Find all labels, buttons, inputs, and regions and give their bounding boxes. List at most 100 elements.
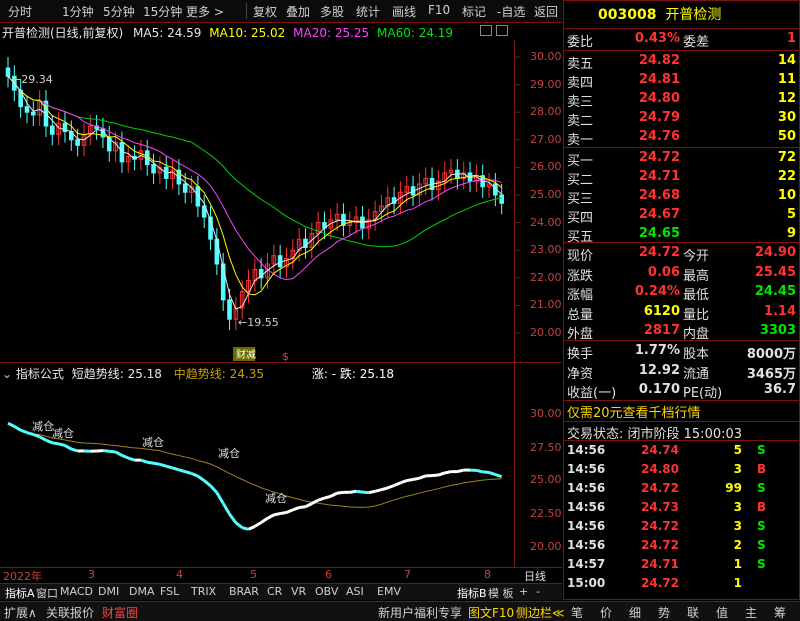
indicator-tab[interactable]: TRIX [188,585,219,599]
tick-row: 14:5624.7299S [565,480,800,498]
indicator-tab[interactable]: VR [288,585,309,599]
reduce-position-label: 减仓 [32,419,54,433]
buys-row[interactable]: 买一24.7272 [565,149,800,169]
stats-row: 涨跌0.06最高25.45 [565,264,800,284]
related-quote-button[interactable]: 关联报价 [46,604,94,621]
maximize-icon[interactable] [496,25,508,36]
indicator-tab[interactable]: MACD [57,585,96,599]
watchlist-button[interactable]: -自选 [497,3,525,20]
period-toolbar: 分时 1分钟 5分钟 15分钟 更多 > 复权 叠加 多股 统计 画线 F10 … [0,0,562,23]
indicator-tick: 27.50 [530,441,562,454]
sidebar-toggle-button[interactable]: 侧边栏≪ [516,604,565,621]
chevron-down-icon[interactable]: ⌄ [2,367,12,381]
indicator-chart[interactable]: 减仓减仓减仓减仓减仓 [0,382,514,567]
indicator-tab[interactable]: ASI [343,585,367,599]
quote-view-tab[interactable]: 值 [716,604,728,621]
tab-more[interactable]: 更多 > [186,3,224,20]
quote-view-tab[interactable]: 筹 [774,604,786,621]
fuquan-button[interactable]: 复权 [253,3,277,20]
stats-row: 现价24.72今开24.90 [565,244,800,264]
depth-promo-link[interactable]: 仅需20元查看千档行情 [567,402,701,421]
tick-row: 14:5624.723S [565,518,800,536]
tick-row: 15:0024.721 [565,575,800,593]
ma5-label: MA5: 24.59 [133,26,201,40]
date-axis: 2022年 3 4 5 6 7 8 日线 [0,567,562,582]
new-user-promo-link[interactable]: 新用户福利专享 [378,604,462,621]
tab-intraday[interactable]: 分时 [8,3,32,20]
tab-1min[interactable]: 1分钟 [62,3,94,20]
quote-view-tab[interactable]: 细 [629,604,641,621]
x-label-may: 5 [250,568,257,581]
price-tick: 21.00 [530,298,562,311]
price-tick: 23.00 [530,243,562,256]
restore-icon[interactable] [480,25,492,36]
sells-row[interactable]: 卖二24.7930 [565,109,800,129]
x-label-mar: 3 [88,568,95,581]
low-price-label: ←19.55 [238,316,279,329]
indicator-tab[interactable]: DMA [126,585,158,599]
expand-button[interactable]: 扩展∧ [4,604,37,621]
wealth-circle-button[interactable]: 财富圈 [102,604,138,621]
buys-row[interactable]: 买四24.675 [565,206,800,226]
signal-s-icon: $ [282,350,289,362]
indicator-tab[interactable]: 模 板 [485,585,517,599]
sells-row[interactable]: 卖四24.8111 [565,71,800,91]
price-tick: 25.00 [530,188,562,201]
indicator-tabs: 指标A窗口MACDDMIDMAFSLTRIXBRARCRVROBVASIEMV指… [0,583,562,600]
buys-row[interactable]: 买三24.6810 [565,187,800,207]
quote-view-tab[interactable]: 势 [658,604,670,621]
price-tick: 30.00 [530,50,562,63]
kline-chart[interactable]: ←29.34 ←19.55 财减 $ [0,40,562,362]
tick-row: 14:5724.711S [565,556,800,574]
reduce-position-label: 减仓 [218,446,240,460]
back-button[interactable]: 返回 [534,3,558,20]
multi-stock-button[interactable]: 多股 [320,3,344,20]
tab-5min[interactable]: 5分钟 [103,3,135,20]
indicator-tab[interactable]: EMV [374,585,404,599]
indicator-tab[interactable]: OBV [312,585,341,599]
draw-line-button[interactable]: 画线 [392,3,416,20]
stats-row: 总量6120量比1.14 [565,303,800,323]
bottom-bar: 扩展∧ 关联报价 财富圈 新用户福利专享 图文F10 侧边栏≪ 笔价细势联值主筹 [0,601,800,621]
reduce-position-label: 减仓 [52,426,74,440]
ma10-label: MA10: 25.02 [209,26,285,40]
f10-graphic-button[interactable]: 图文F10 [468,604,514,621]
stock-name: 开普检测 [665,7,721,23]
f10-button[interactable]: F10 [428,3,450,17]
indicator-formula-label[interactable]: 指标公式 [16,367,64,381]
tick-row: 14:5624.803B [565,461,800,479]
indicator-tab[interactable]: CR [264,585,285,599]
indicator-tab[interactable]: - [533,585,543,599]
period-label[interactable]: 日线 [524,568,546,584]
sells-row[interactable]: 卖三24.8012 [565,90,800,110]
x-label-apr: 4 [176,568,183,581]
overlay-button[interactable]: 叠加 [286,3,310,20]
indicator-tick: 30.00 [530,407,562,420]
quote-view-tab[interactable]: 价 [600,604,612,621]
indicator-tab[interactable]: BRAR [226,585,262,599]
x-label-jun: 6 [325,568,332,581]
price-tick: 22.00 [530,271,562,284]
chart-title: 开普检测(日线,前复权) [2,26,123,40]
quote-view-tab[interactable]: 主 [745,604,757,621]
indicator-tick: 20.00 [530,540,562,553]
stats2-row: 净资12.92流通3465万 [565,362,800,382]
sells-row[interactable]: 卖一24.7650 [565,128,800,148]
indicator-tab[interactable]: DMI [95,585,122,599]
stats-button[interactable]: 统计 [356,3,380,20]
tick-row: 14:5624.722S [565,537,800,555]
short-trend-label: 短趋势线: 25.18 [72,367,162,381]
mark-button[interactable]: 标记 [462,3,486,20]
buys-row[interactable]: 买二24.7122 [565,168,800,188]
sells-row[interactable]: 卖五24.8214 [565,52,800,72]
indicator-axis [514,362,563,567]
quote-view-tab[interactable]: 联 [687,604,699,621]
updown-label: 涨: - 跌: 25.18 [312,367,394,381]
indicator-tab[interactable]: + [516,585,531,599]
quote-view-tab[interactable]: 笔 [571,604,583,621]
mid-trend-label: 中趋势线: 24.35 [174,367,264,381]
stats-row: 涨幅0.24%最低24.45 [565,283,800,303]
tab-15min[interactable]: 15分钟 [143,3,182,20]
reduce-badge-text: 财减 [236,348,256,361]
indicator-tab[interactable]: FSL [157,585,182,599]
